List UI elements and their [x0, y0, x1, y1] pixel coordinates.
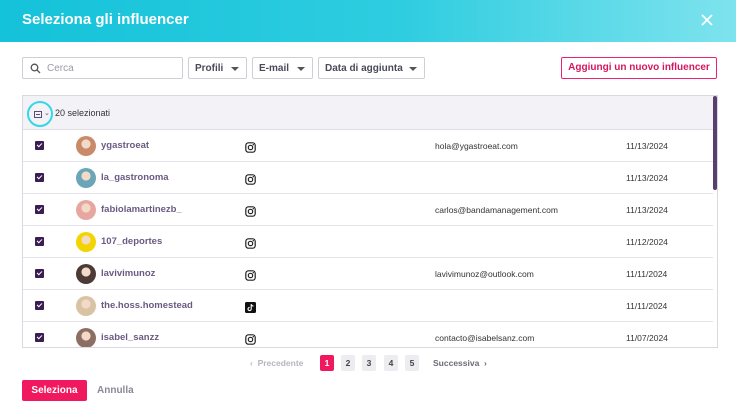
avatar: [76, 136, 96, 156]
toolbar: Profili E-mail Data di aggiunta Aggiungi…: [0, 57, 736, 79]
avatar: [76, 264, 96, 284]
instagram-icon: [245, 172, 256, 185]
row-checkbox[interactable]: [35, 141, 44, 150]
date-added: 11/11/2024: [626, 269, 668, 279]
row-checkbox[interactable]: [35, 173, 44, 182]
next-label: Successiva: [433, 358, 480, 368]
table-row: fabiolamartinezb_ carlos@bandamanagement.…: [23, 194, 713, 226]
selected-count: 20 selezionati: [55, 108, 111, 118]
date-added: 11/11/2024: [626, 301, 668, 311]
avatar: [76, 232, 96, 252]
row-checkbox[interactable]: [35, 237, 44, 246]
tiktok-icon: [245, 300, 256, 313]
date-added: 11/13/2024: [626, 205, 668, 215]
date-added: 11/07/2024: [626, 333, 668, 343]
email-text: carlos@bandamanagement.com: [435, 205, 558, 215]
row-checkbox[interactable]: [35, 301, 44, 310]
modal-title: Seleziona gli influencer: [22, 11, 189, 28]
pagination: ‹ Precedente 1 2 3 4 5 Successiva ›: [0, 355, 736, 371]
partial-checkbox-icon: [34, 111, 42, 118]
avatar: [76, 200, 96, 220]
table-row: the.hoss.homestead 11/11/2024: [23, 290, 713, 322]
table-row: lavivimunoz lavivimunoz@outlook.com 11/11/…: [23, 258, 713, 290]
instagram-icon: [245, 236, 256, 249]
page-5[interactable]: 5: [405, 355, 419, 371]
add-influencer-button[interactable]: Aggiungi un nuovo influencer: [561, 57, 717, 79]
table-row: la_gastronoma 11/13/2024: [23, 162, 713, 194]
date-added: 11/13/2024: [626, 141, 668, 151]
chevron-down-icon: [297, 67, 305, 71]
filter-profili[interactable]: Profili: [188, 57, 247, 79]
email-text: hola@ygastroeat.com: [435, 141, 518, 151]
username-link[interactable]: la_gastronoma: [101, 172, 169, 183]
table-row: 107_deportes 11/12/2024: [23, 226, 713, 258]
username-link[interactable]: isabel_sanzz: [101, 332, 159, 343]
scrollbar[interactable]: [713, 96, 717, 190]
chevron-down-icon: [409, 67, 417, 71]
instagram-icon: [245, 140, 256, 153]
page-1[interactable]: 1: [320, 355, 334, 371]
search-icon: [30, 63, 41, 74]
chevron-down-icon: [231, 67, 239, 71]
select-all-toggle[interactable]: ⌄: [27, 101, 53, 127]
prev-label: Precedente: [257, 358, 304, 368]
username-link[interactable]: lavivimunoz: [101, 268, 155, 279]
chevron-down-icon: ⌄: [44, 110, 50, 117]
avatar: [76, 296, 96, 316]
username-link[interactable]: the.hoss.homestead: [101, 300, 193, 311]
page-4[interactable]: 4: [384, 355, 398, 371]
influencer-table: ⌄ 20 selezionati ygastroeat hola@ygastroe…: [22, 95, 718, 348]
instagram-icon: [245, 268, 256, 281]
email-text: contacto@isabelsanz.com: [435, 333, 535, 343]
modal-header: Seleziona gli influencer: [0, 0, 736, 42]
filter-label: Profili: [195, 63, 224, 74]
email-text: lavivimunoz@outlook.com: [435, 269, 534, 279]
row-checkbox[interactable]: [35, 333, 44, 342]
date-added: 11/12/2024: [626, 237, 668, 247]
avatar: [76, 168, 96, 188]
username-link[interactable]: ygastroeat: [101, 140, 149, 151]
table-header: ⌄ 20 selezionati: [23, 96, 717, 130]
next-page-link[interactable]: Successiva ›: [433, 358, 487, 368]
date-added: 11/13/2024: [626, 173, 668, 183]
username-link[interactable]: 107_deportes: [101, 236, 162, 247]
table-row: ygastroeat hola@ygastroeat.com 11/13/2024: [23, 130, 713, 162]
prev-page-link: ‹ Precedente: [250, 358, 304, 368]
filter-label: Data di aggiunta: [325, 63, 403, 74]
select-button[interactable]: Seleziona: [22, 380, 87, 401]
row-checkbox[interactable]: [35, 205, 44, 214]
filter-date[interactable]: Data di aggiunta: [318, 57, 425, 79]
username-link[interactable]: fabiolamartinezb_: [101, 204, 182, 215]
cancel-button[interactable]: Annulla: [97, 385, 134, 396]
search-input[interactable]: [47, 60, 177, 76]
page-2[interactable]: 2: [341, 355, 355, 371]
instagram-icon: [245, 204, 256, 217]
instagram-icon: [245, 332, 256, 345]
page-3[interactable]: 3: [362, 355, 376, 371]
table-row: isabel_sanzz contacto@isabelsanz.com 11/07…: [23, 322, 713, 347]
filter-email[interactable]: E-mail: [252, 57, 313, 79]
close-icon[interactable]: [698, 11, 716, 29]
row-checkbox[interactable]: [35, 269, 44, 278]
avatar: [76, 328, 96, 347]
filter-label: E-mail: [259, 63, 290, 74]
search-box[interactable]: [22, 57, 183, 79]
